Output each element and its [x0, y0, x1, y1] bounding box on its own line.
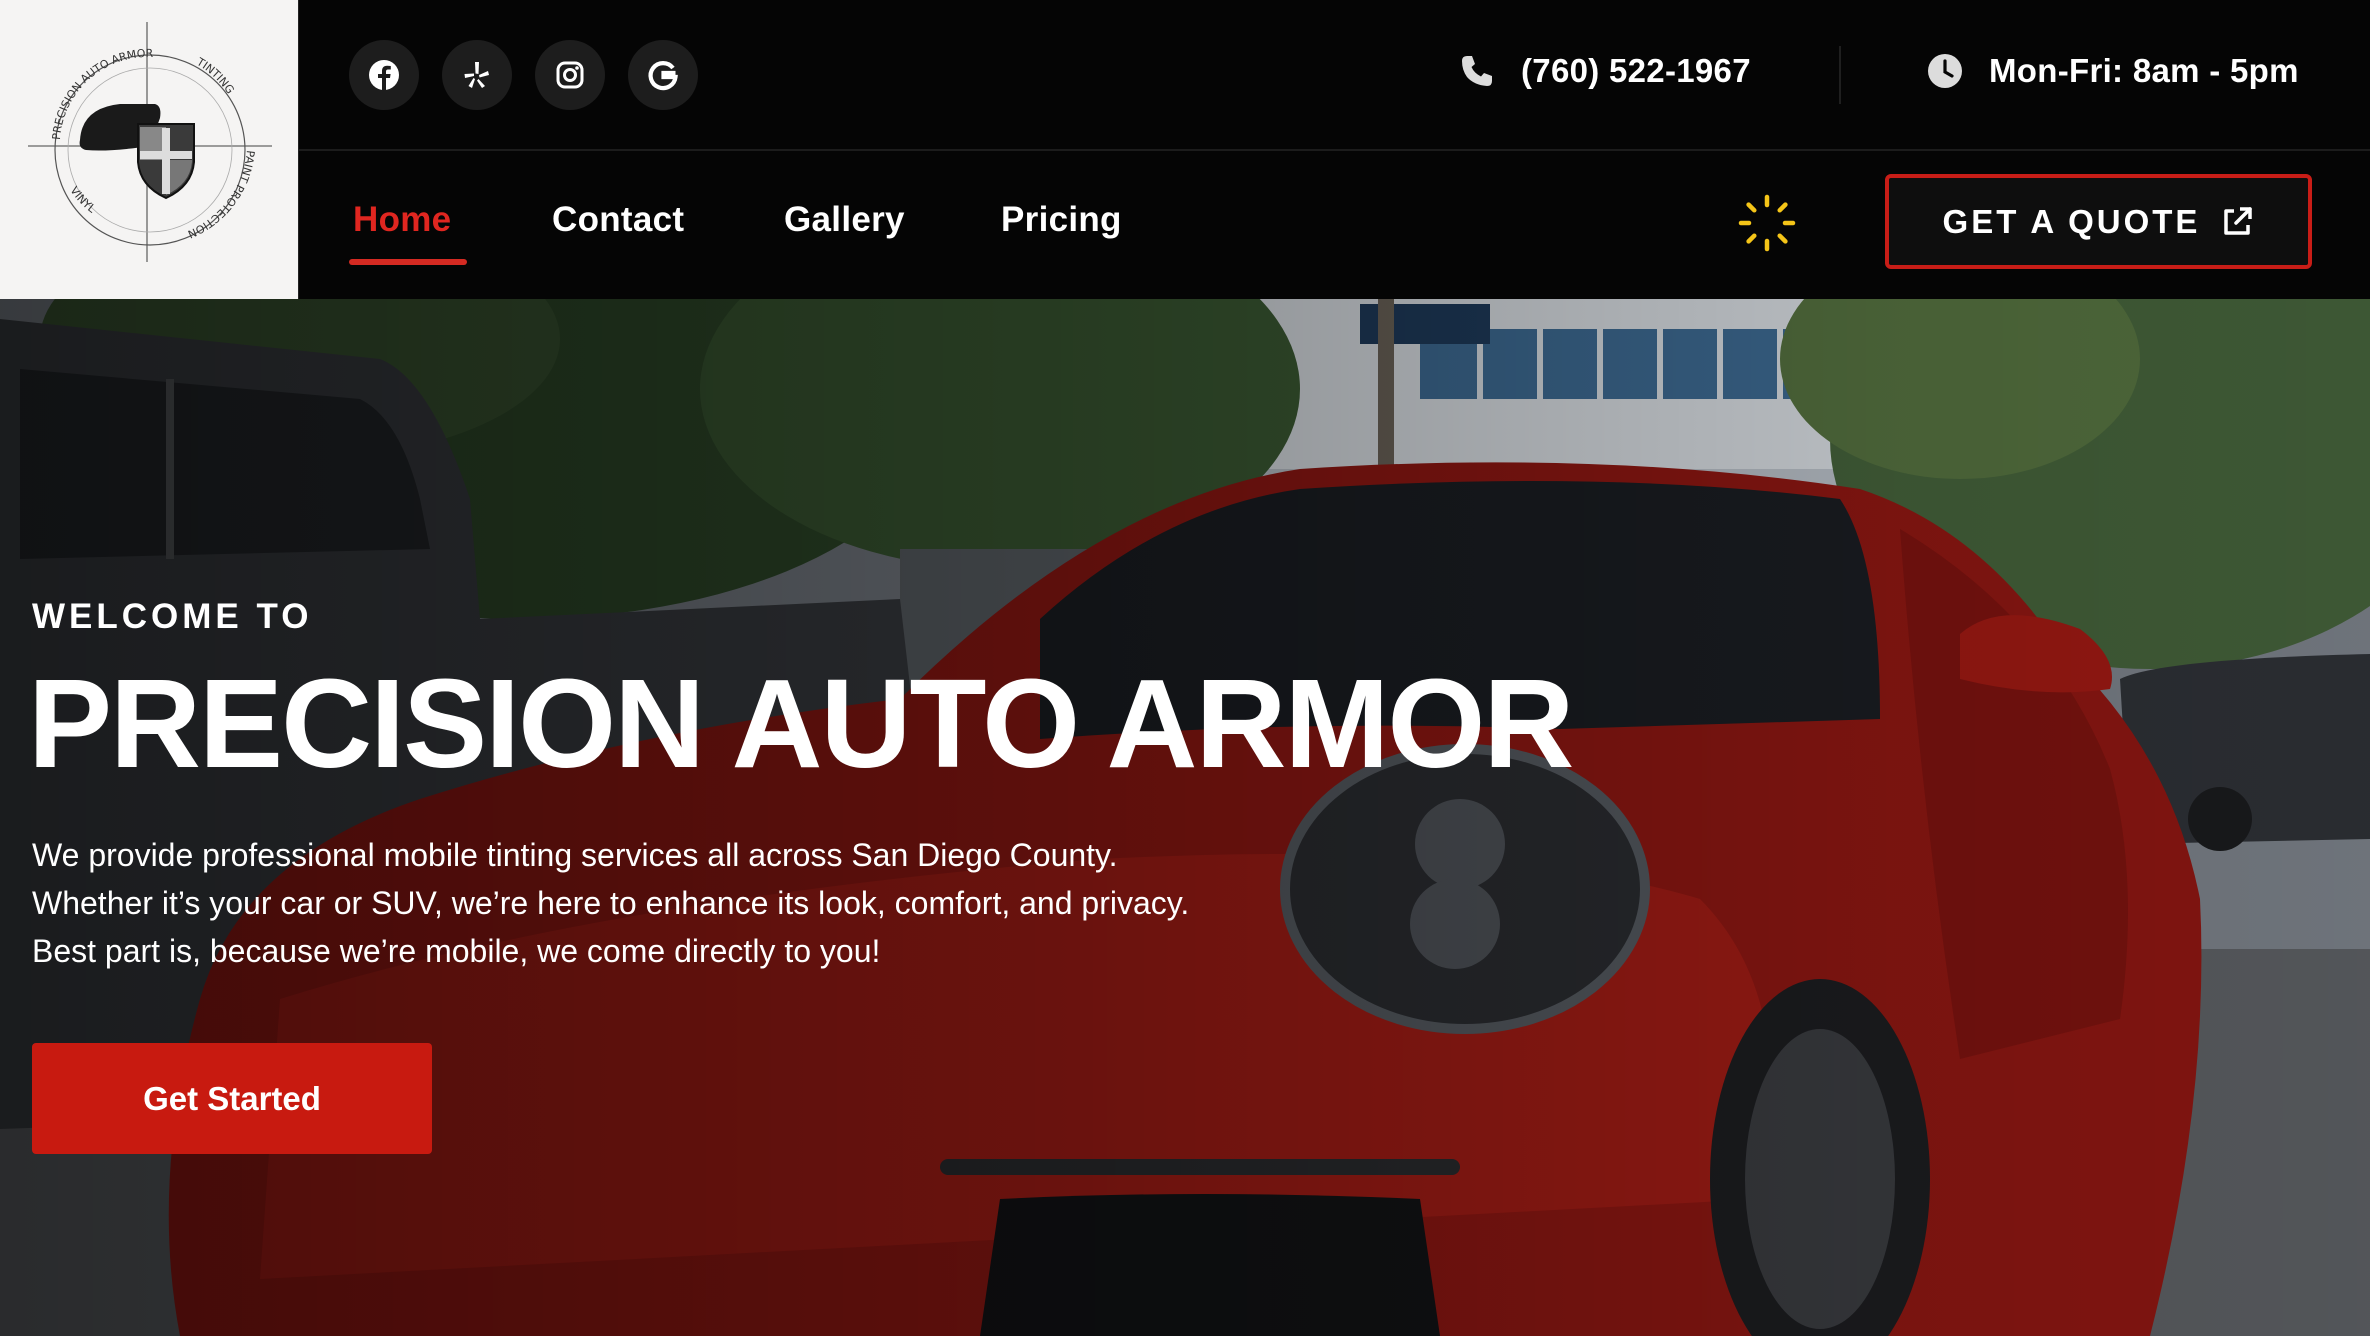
hero-overlay — [0, 299, 2370, 1336]
hero-description-line: Whether it’s your car or SUV, we’re here… — [32, 885, 1190, 921]
yelp-link[interactable] — [442, 40, 512, 110]
hero-eyebrow: WELCOME TO — [32, 597, 313, 636]
nav-contact[interactable]: Contact — [552, 200, 684, 240]
theme-toggle-sun-icon[interactable] — [1737, 193, 1797, 253]
google-link[interactable] — [628, 40, 698, 110]
hero-section: WELCOME TO PRECISION AUTO ARMOR We provi… — [0, 299, 2370, 1336]
business-hours: Mon-Fri: 8am - 5pm — [1927, 52, 2299, 90]
phone-number[interactable]: (760) 522-1967 — [1521, 52, 1751, 90]
hero-description: We provide professional mobile tinting s… — [32, 831, 1189, 975]
phone-contact[interactable]: (760) 522-1967 — [1459, 52, 1751, 90]
external-link-icon — [2224, 206, 2253, 235]
phone-icon — [1462, 56, 1492, 86]
instagram-link[interactable] — [535, 40, 605, 110]
contact-divider — [1839, 46, 1841, 104]
site-logo[interactable]: PRECISION AUTO ARMOR TINTING PAINT PROTE… — [0, 0, 299, 299]
get-quote-label: GET A QUOTE — [1942, 202, 2201, 240]
svg-text:PAINT PROTECTION: PAINT PROTECTION — [186, 150, 257, 241]
yelp-icon — [464, 62, 489, 88]
hero-description-line: We provide professional mobile tinting s… — [32, 837, 1118, 873]
hours-text: Mon-Fri: 8am - 5pm — [1989, 52, 2299, 89]
google-icon — [648, 61, 678, 91]
nav-pricing[interactable]: Pricing — [1001, 200, 1122, 240]
site-header: (760) 522-1967 Mon-Fri: 8am - 5pm Home C… — [299, 0, 2370, 299]
nav-gallery[interactable]: Gallery — [784, 200, 905, 240]
instagram-icon — [556, 61, 584, 89]
get-started-button[interactable]: Get Started — [32, 1043, 432, 1154]
clock-icon — [1928, 54, 1962, 88]
logo-emblem: PRECISION AUTO ARMOR TINTING PAINT PROTE… — [28, 22, 272, 262]
facebook-icon — [369, 60, 399, 90]
main-nav: Home Contact Gallery Pricing GET A QUOTE — [299, 151, 2370, 299]
hero-description-line: Best part is, because we’re mobile, we c… — [32, 933, 881, 969]
get-quote-button[interactable]: GET A QUOTE — [1885, 174, 2312, 269]
top-bar: (760) 522-1967 Mon-Fri: 8am - 5pm — [299, 0, 2370, 151]
hero-title: PRECISION AUTO ARMOR — [28, 653, 1574, 794]
facebook-link[interactable] — [349, 40, 419, 110]
svg-text:TINTING: TINTING — [194, 55, 237, 96]
svg-text:VINYL: VINYL — [67, 184, 98, 216]
nav-home[interactable]: Home — [353, 200, 451, 240]
active-nav-indicator — [349, 259, 467, 265]
